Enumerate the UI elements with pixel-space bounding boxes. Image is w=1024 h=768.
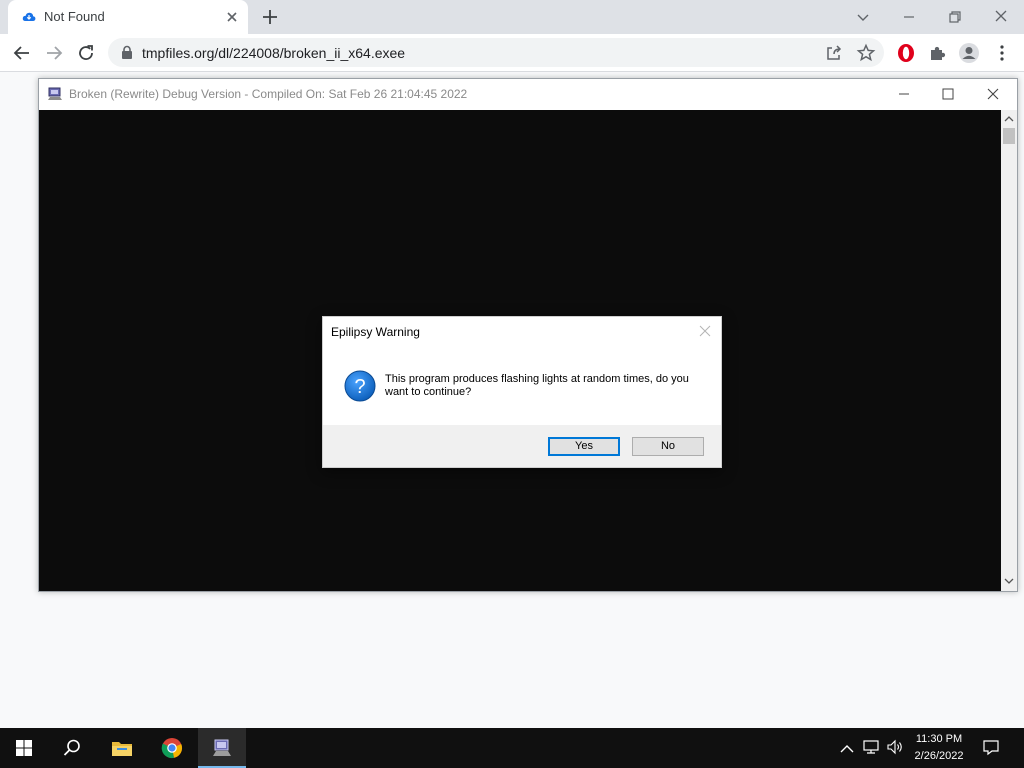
browser-tab[interactable]: Not Found bbox=[8, 0, 248, 34]
warning-dialog: Epilipsy Warning ? This program produces… bbox=[322, 316, 722, 468]
tab-search-icon[interactable] bbox=[852, 6, 874, 28]
app-title: Broken (Rewrite) Debug Version - Compile… bbox=[69, 87, 468, 101]
minimize-icon[interactable] bbox=[898, 6, 920, 28]
restore-icon[interactable] bbox=[944, 6, 966, 28]
close-window-icon[interactable] bbox=[990, 6, 1012, 28]
browser-menu-icon[interactable] bbox=[991, 42, 1013, 64]
share-icon[interactable] bbox=[824, 43, 844, 63]
url-text[interactable]: tmpfiles.org/dl/224008/broken_ii_x64.exe… bbox=[142, 45, 405, 61]
volume-icon[interactable] bbox=[886, 738, 904, 756]
reload-icon[interactable] bbox=[75, 42, 97, 64]
notifications-icon[interactable] bbox=[982, 738, 1000, 756]
opera-extension-icon[interactable] bbox=[895, 42, 917, 64]
taskbar: 11:30 PM 2/26/2022 bbox=[0, 728, 1024, 768]
address-bar[interactable]: tmpfiles.org/dl/224008/broken_ii_x64.exe… bbox=[108, 38, 884, 67]
search-icon bbox=[63, 739, 80, 756]
clock-time: 11:30 PM bbox=[915, 733, 963, 745]
dialog-message: This program produces flashing lights at… bbox=[385, 373, 689, 398]
scrollbar-thumb[interactable] bbox=[1003, 128, 1015, 144]
app-title-bar[interactable]: Broken (Rewrite) Debug Version - Compile… bbox=[39, 79, 1017, 110]
tab-title: Not Found bbox=[44, 9, 105, 24]
profile-avatar-icon[interactable] bbox=[958, 42, 980, 64]
broken-app-icon bbox=[213, 739, 231, 756]
app-close-icon[interactable] bbox=[984, 85, 1002, 103]
lock-icon[interactable] bbox=[120, 45, 134, 60]
dialog-close-icon[interactable] bbox=[698, 324, 712, 338]
broken-app-icon bbox=[48, 87, 62, 100]
app-minimize-icon[interactable] bbox=[895, 85, 913, 103]
close-tab-icon[interactable] bbox=[224, 9, 240, 25]
yes-button[interactable]: Yes bbox=[548, 437, 620, 456]
dialog-button-bar: Yes No bbox=[323, 425, 721, 467]
browser-toolbar: tmpfiles.org/dl/224008/broken_ii_x64.exe… bbox=[0, 34, 1024, 72]
chrome-icon bbox=[161, 738, 183, 759]
show-hidden-icons-icon[interactable] bbox=[838, 740, 856, 758]
file-explorer-icon bbox=[112, 742, 132, 756]
network-icon[interactable] bbox=[862, 738, 880, 756]
browser-tab-strip: Not Found bbox=[0, 0, 1024, 34]
chrome-button[interactable] bbox=[148, 728, 196, 768]
cloud-icon bbox=[22, 12, 36, 21]
start-button[interactable] bbox=[0, 728, 48, 768]
file-explorer-button[interactable] bbox=[98, 728, 146, 768]
app-maximize-icon[interactable] bbox=[939, 85, 957, 103]
taskbar-clock[interactable]: 11:30 PM 2/26/2022 bbox=[904, 731, 974, 765]
scroll-down-icon[interactable] bbox=[1004, 576, 1014, 586]
new-tab-icon[interactable] bbox=[260, 7, 280, 27]
svg-text:?: ? bbox=[354, 376, 365, 398]
bookmark-star-icon[interactable] bbox=[856, 43, 876, 63]
dialog-title: Epilipsy Warning bbox=[331, 325, 420, 339]
broken-app-taskbar-button[interactable] bbox=[198, 728, 246, 768]
vertical-scrollbar[interactable] bbox=[1001, 110, 1017, 591]
search-button[interactable] bbox=[48, 728, 96, 768]
no-button[interactable]: No bbox=[632, 437, 704, 456]
clock-date: 2/26/2022 bbox=[914, 750, 964, 762]
forward-icon[interactable] bbox=[43, 42, 65, 64]
start-icon bbox=[16, 740, 32, 756]
question-icon: ? bbox=[344, 370, 376, 402]
extensions-puzzle-icon[interactable] bbox=[927, 42, 949, 64]
scroll-up-icon[interactable] bbox=[1004, 114, 1014, 124]
back-icon[interactable] bbox=[11, 42, 33, 64]
